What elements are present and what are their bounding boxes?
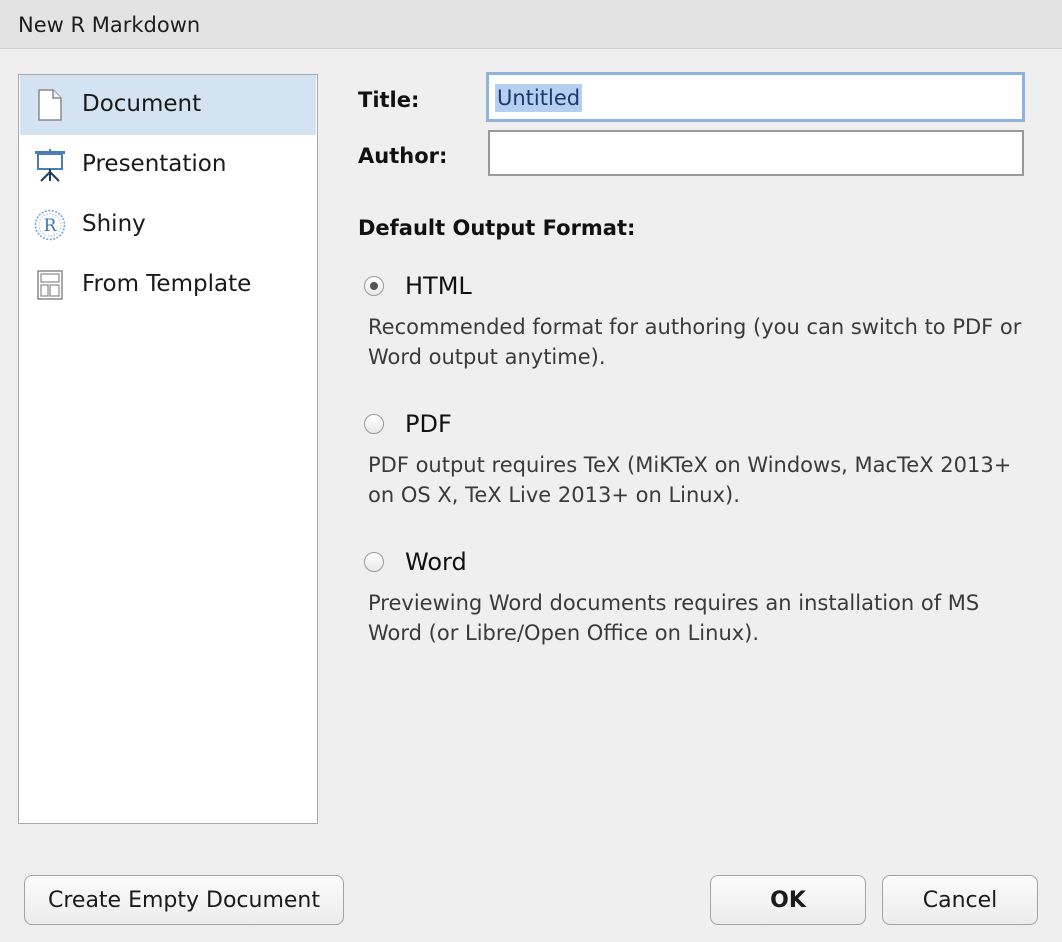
ok-button[interactable]: OK (710, 875, 866, 925)
html-radio[interactable] (364, 276, 384, 296)
dialog-title: New R Markdown (18, 13, 201, 37)
sidebar-item-from-template[interactable]: From Template (20, 255, 316, 315)
sidebar-item-presentation[interactable]: Presentation (20, 135, 316, 195)
author-input[interactable] (488, 130, 1024, 176)
pdf-radio[interactable] (364, 414, 384, 434)
sidebar-item-label: From Template (82, 271, 252, 297)
word-description: Previewing Word documents requires an in… (368, 591, 980, 645)
template-type-list: Document Presentation R Shiny From Templ… (18, 74, 318, 824)
presentation-icon (34, 148, 66, 182)
sidebar-item-label: Document (82, 91, 202, 117)
author-label: Author: (358, 144, 448, 168)
sidebar-item-document[interactable]: Document (20, 75, 316, 135)
pdf-description: PDF output requires TeX (MiKTeX on Windo… (368, 453, 1012, 507)
dialog-titlebar: New R Markdown (0, 0, 1062, 49)
title-label: Title: (358, 88, 420, 112)
sidebar-item-label: Shiny (82, 211, 146, 237)
template-icon (34, 268, 66, 302)
cancel-button[interactable]: Cancel (882, 875, 1038, 925)
title-input[interactable] (486, 72, 1025, 122)
html-radio-label[interactable]: HTML (405, 272, 472, 300)
svg-text:R: R (44, 216, 58, 236)
sidebar-item-label: Presentation (82, 151, 227, 177)
output-format-heading: Default Output Format: (358, 216, 636, 240)
shiny-r-icon: R (34, 208, 66, 242)
html-description: Recommended format for authoring (you ca… (368, 315, 1022, 369)
create-empty-document-button[interactable]: Create Empty Document (24, 875, 344, 925)
document-icon (34, 88, 66, 122)
word-radio-label[interactable]: Word (405, 548, 467, 576)
word-radio[interactable] (364, 552, 384, 572)
pdf-radio-label[interactable]: PDF (405, 410, 452, 438)
sidebar-item-shiny[interactable]: R Shiny (20, 195, 316, 255)
